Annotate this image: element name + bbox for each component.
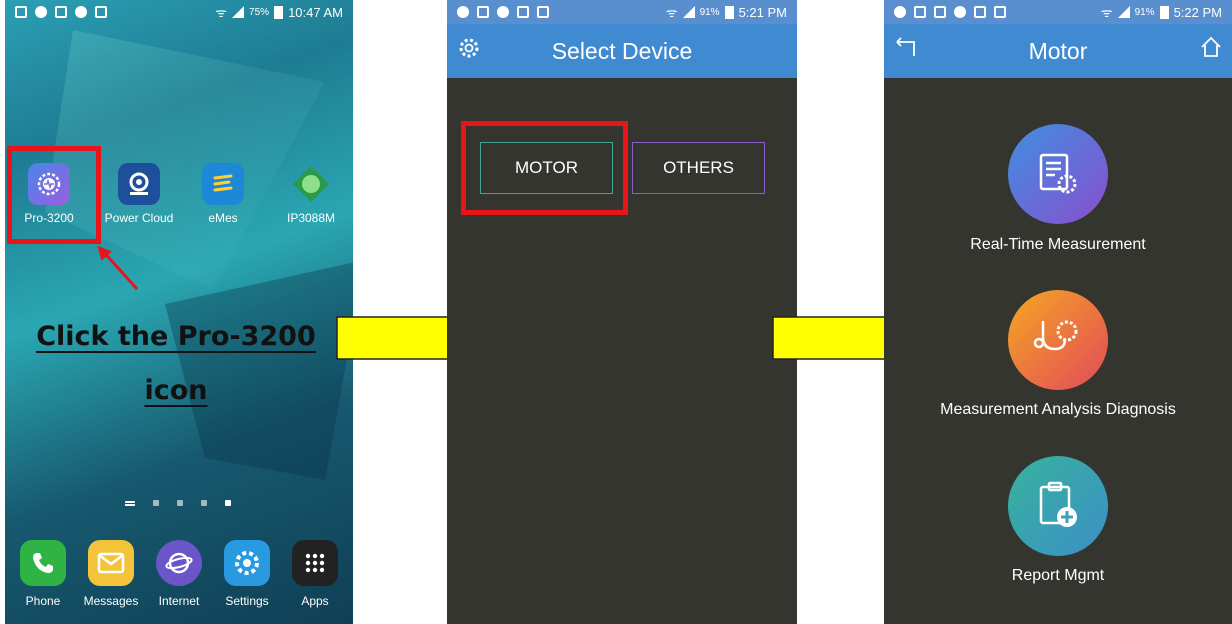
phone-icon	[20, 540, 66, 586]
instruction-line-2: icon	[144, 375, 208, 406]
gallery-notification-icon	[477, 6, 489, 18]
battery-icon	[1159, 5, 1169, 19]
gallery-notification-icon	[934, 6, 946, 18]
dock-settings[interactable]: Settings	[214, 540, 280, 608]
battery-icon	[274, 5, 284, 19]
power-cloud-app-icon	[118, 163, 160, 205]
apps-grid-icon	[292, 540, 338, 586]
app-power-cloud[interactable]: Power Cloud	[99, 163, 179, 225]
real-time-measurement-label: Real-Time Measurement	[970, 236, 1146, 253]
mail-notification-icon	[974, 6, 986, 18]
report-mgmt-label: Report Mgmt	[1011, 567, 1105, 584]
wifi-icon: ᯤ	[665, 5, 678, 20]
document-gear-icon	[1039, 153, 1077, 194]
measurement-analysis-diagnosis-label: Measurement Analysis Diagnosis	[940, 401, 1176, 418]
clipboard-plus-icon	[1039, 481, 1077, 527]
page-title: Select Device	[551, 37, 693, 64]
dock-label: Messages	[83, 594, 139, 608]
battery-percent: 91%	[699, 6, 720, 18]
chat-notification-icon	[35, 6, 47, 18]
ip3088m-app-icon	[290, 163, 332, 205]
dock-label: Phone	[25, 594, 61, 608]
select-device-panel: ᯤ 91% 5:21 PM Select Device MOTOR OTHERS	[447, 0, 797, 624]
dock-messages[interactable]: Messages	[78, 540, 144, 608]
real-time-measurement-button[interactable]	[1008, 124, 1108, 224]
clock: 5:22 PM	[1173, 4, 1222, 20]
title-bar: Select Device	[447, 24, 797, 78]
page-title: Motor	[1028, 37, 1088, 64]
highlight-box-motor	[461, 121, 628, 215]
stethoscope-icon	[1033, 320, 1078, 351]
sim-notification-icon	[75, 6, 87, 18]
sim-notification-icon	[954, 6, 966, 18]
tutorial-canvas: p ᯤ 75% 10:47 AM	[0, 0, 1232, 624]
linkedin-notification-icon	[994, 6, 1006, 18]
measurement-analysis-diagnosis-button[interactable]	[1008, 290, 1108, 390]
mail-notification-icon	[517, 6, 529, 18]
messages-icon	[88, 540, 134, 586]
pointer-arrow-line	[103, 252, 139, 291]
wifi-icon: ᯤ	[1100, 5, 1113, 20]
clock: 5:21 PM	[738, 4, 787, 20]
report-mgmt-button[interactable]	[1008, 456, 1108, 556]
home-screen-panel: ᯤ 75% 10:47 AM Pro-3200 Power Cloud eMes…	[5, 0, 353, 624]
chat-notification-icon	[894, 6, 906, 18]
battery-percent: 75%	[249, 6, 270, 18]
app-ip3088m[interactable]: IP3088M	[271, 163, 351, 225]
sim-notification-icon	[497, 6, 509, 18]
instruction-annotation: Click the Pro-3200 icon	[21, 310, 331, 418]
settings-icon	[224, 540, 270, 586]
highlight-box-pro-3200	[7, 146, 101, 244]
app-dock: Phone Messages Internet Settings Apps	[5, 540, 353, 608]
home-icon[interactable]	[1200, 36, 1222, 65]
clock: 10:47 AM	[288, 4, 343, 20]
status-bar: ᯤ 91% 5:22 PM	[884, 0, 1232, 24]
signal-icon	[1117, 6, 1130, 18]
dock-phone[interactable]: Phone	[10, 540, 76, 608]
dock-label: Settings	[225, 594, 269, 608]
app-label: Power Cloud	[104, 211, 174, 225]
dock-label: Apps	[301, 594, 329, 608]
app-label: IP3088M	[286, 211, 336, 225]
signal-icon	[682, 6, 695, 18]
internet-icon	[156, 540, 202, 586]
home-page-indicator	[125, 500, 231, 506]
battery-percent: 91%	[1134, 6, 1155, 18]
download-notification-icon	[95, 6, 107, 18]
instruction-line-1: Click the Pro-3200	[36, 321, 316, 352]
battery-icon	[724, 5, 734, 19]
dock-label: Internet	[158, 594, 200, 608]
app-emes[interactable]: eMes	[183, 163, 263, 225]
gallery-notification-icon	[55, 6, 67, 18]
chat-notification-icon	[457, 6, 469, 18]
flipboard-notification-icon	[15, 6, 27, 18]
wifi-icon: ᯤ	[215, 5, 228, 20]
title-bar: Motor	[884, 24, 1232, 78]
motor-menu-panel: ᯤ 91% 5:22 PM Motor Real-Time Measuremen…	[884, 0, 1232, 624]
linkedin-notification-icon	[537, 6, 549, 18]
signal-icon	[232, 6, 245, 18]
emes-app-icon	[202, 163, 244, 205]
dock-internet[interactable]: Internet	[146, 540, 212, 608]
settings-gear-icon[interactable]	[457, 36, 481, 67]
app-label: eMes	[208, 211, 238, 225]
others-button[interactable]: OTHERS	[632, 142, 765, 194]
dock-apps[interactable]: Apps	[282, 540, 348, 608]
status-bar: ᯤ 91% 5:21 PM	[447, 0, 797, 24]
status-bar: ᯤ 75% 10:47 AM	[5, 0, 353, 24]
back-icon[interactable]	[894, 36, 918, 67]
gallery-notification-icon	[914, 6, 926, 18]
